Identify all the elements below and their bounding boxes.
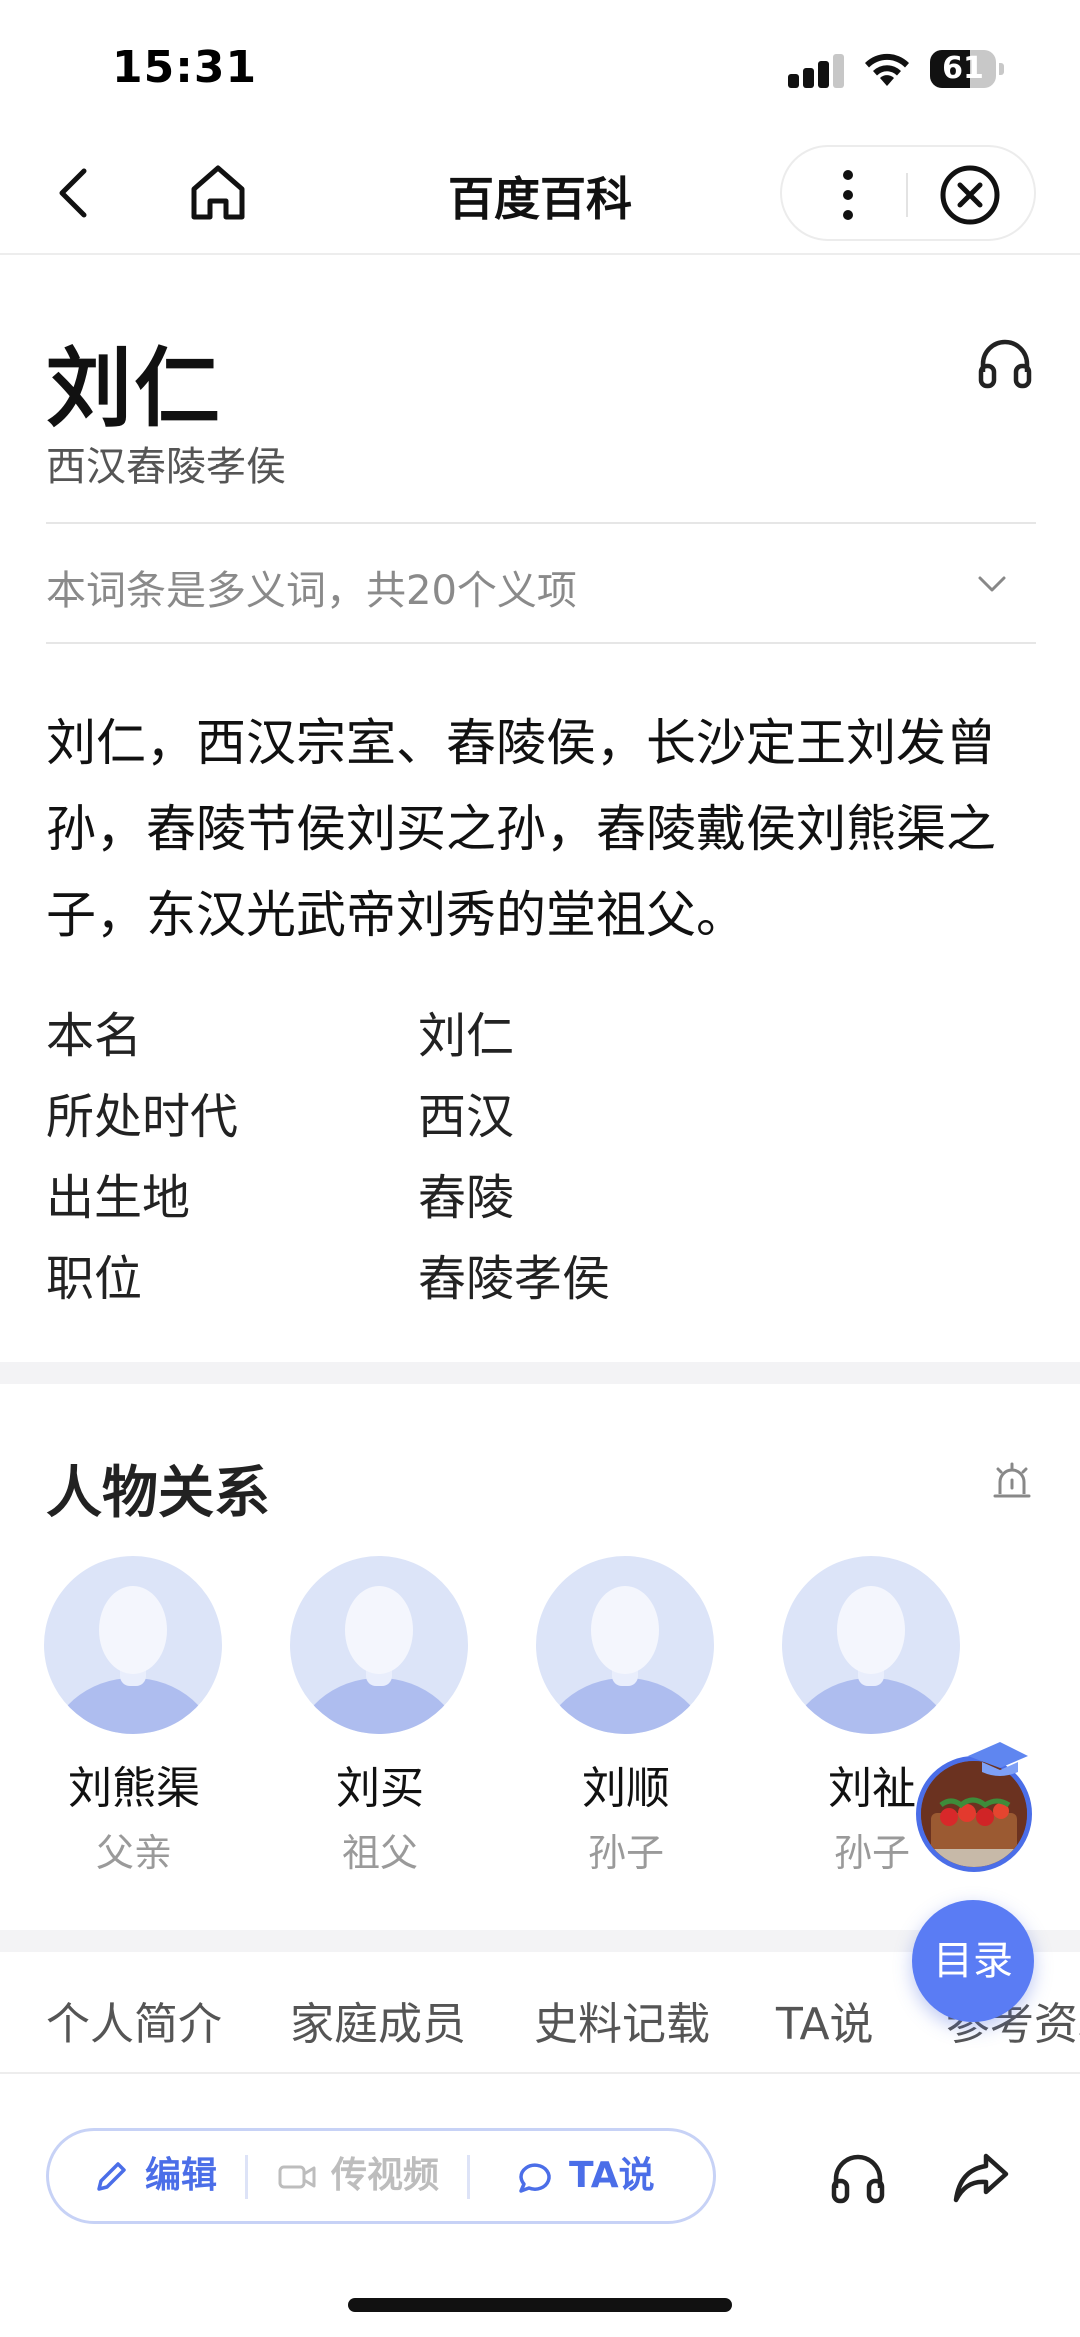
battery-level: 61 xyxy=(942,51,984,86)
nav-bar: 百度百科 xyxy=(0,135,1080,255)
bottom-toolbar: 编辑 传视频 TA说 xyxy=(46,2128,716,2224)
video-icon xyxy=(278,2165,316,2189)
capsule-divider xyxy=(906,173,908,217)
avatar xyxy=(44,1556,222,1734)
home-icon[interactable] xyxy=(186,161,250,225)
info-value: 舂陵 xyxy=(418,1170,515,1226)
upload-video-button[interactable]: 传视频 xyxy=(331,2131,439,2221)
polysemy-selector[interactable]: 本词条是多义词，共20个义项 xyxy=(46,522,1036,644)
basic-info: 本名 刘仁 所处时代 西汉 出生地 舂陵 职位 舂陵孝侯 xyxy=(46,988,1036,1312)
toolbar-divider xyxy=(245,2155,248,2199)
alarm-icon[interactable] xyxy=(990,1460,1034,1504)
share-icon[interactable] xyxy=(952,2150,1010,2206)
toc-button[interactable]: 目录 xyxy=(912,1900,1034,2022)
section-divider xyxy=(0,1362,1080,1384)
info-key: 本名 xyxy=(46,1008,143,1064)
entry-title: 刘仁 xyxy=(46,339,222,439)
close-icon[interactable] xyxy=(938,163,1002,227)
relation-name: 刘顺 xyxy=(582,1763,670,1814)
avatar xyxy=(290,1556,468,1734)
polysemy-text: 本词条是多义词，共20个义项 xyxy=(46,568,577,614)
edit-button[interactable]: 编辑 xyxy=(145,2131,217,2221)
toolbar-divider xyxy=(467,2155,470,2199)
entry-summary: 刘仁，西汉宗室、舂陵侯，长沙定王刘发曾孙，舂陵节侯刘买之孙，舂陵戴侯刘熊渠之子，… xyxy=(46,714,996,944)
nav-title: 百度百科 xyxy=(448,172,632,226)
assistant-mascot-button[interactable] xyxy=(914,1740,1034,1872)
relation-name: 刘熊渠 xyxy=(68,1763,200,1814)
info-key: 出生地 xyxy=(46,1170,191,1226)
info-row: 出生地 舂陵 xyxy=(46,1150,1036,1231)
tab-family[interactable]: 家庭成员 xyxy=(290,1988,466,2052)
tab-records[interactable]: 史料记载 xyxy=(534,1988,710,2052)
info-row: 职位 舂陵孝侯 xyxy=(46,1231,1036,1312)
info-row: 本名 刘仁 xyxy=(46,988,1036,1069)
status-time: 15:31 xyxy=(112,42,258,93)
home-indicator xyxy=(348,2298,732,2312)
mini-program-capsule xyxy=(780,145,1036,241)
headphones-icon[interactable] xyxy=(830,2150,886,2206)
info-value: 舂陵孝侯 xyxy=(418,1251,611,1307)
battery-icon: 61 xyxy=(930,50,1004,88)
status-bar: 15:31 61 xyxy=(0,0,1080,135)
info-key: 所处时代 xyxy=(46,1089,239,1145)
relation-name: 刘买 xyxy=(336,1763,424,1814)
info-row: 所处时代 西汉 xyxy=(46,1069,1036,1150)
ta-say-button[interactable]: TA说 xyxy=(569,2131,655,2221)
entry-subtitle: 西汉舂陵孝侯 xyxy=(46,444,286,490)
tab-ta-say[interactable]: TA说 xyxy=(776,1988,874,2052)
avatar xyxy=(782,1556,960,1734)
info-value: 西汉 xyxy=(418,1089,515,1145)
relation-role: 孙子 xyxy=(587,1831,664,1875)
tab-profile[interactable]: 个人简介 xyxy=(46,1988,222,2052)
avatar xyxy=(536,1556,714,1734)
relations-title: 人物关系 xyxy=(46,1461,270,1526)
cellular-signal-icon xyxy=(788,52,846,88)
relation-role: 祖父 xyxy=(341,1831,418,1875)
chevron-down-icon xyxy=(978,576,1006,592)
back-icon[interactable] xyxy=(46,163,106,223)
pencil-icon xyxy=(97,2162,126,2191)
relation-role: 父亲 xyxy=(95,1831,172,1875)
relation-person[interactable]: 刘顺 孙子 xyxy=(536,1556,716,1876)
info-value: 刘仁 xyxy=(418,1008,515,1064)
graduation-cap-icon xyxy=(968,1742,1028,1776)
relation-person[interactable]: 刘熊渠 父亲 xyxy=(44,1556,224,1876)
relation-person[interactable]: 刘买 祖父 xyxy=(290,1556,470,1876)
wifi-icon xyxy=(865,53,909,86)
info-key: 职位 xyxy=(46,1251,143,1307)
chat-bubble-icon xyxy=(519,2163,551,2193)
headphones-icon[interactable] xyxy=(976,334,1034,392)
more-icon[interactable] xyxy=(836,165,860,225)
